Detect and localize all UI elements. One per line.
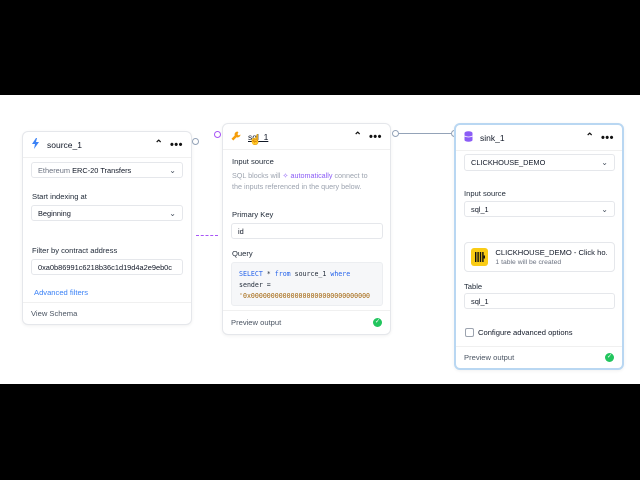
clickhouse-card-title: CLICKHOUSE_DEMO - Click ho... — [495, 248, 608, 257]
sink-input-label: Input source — [464, 189, 506, 198]
sink-preview-output-label: Preview output — [464, 353, 515, 362]
wrench-icon — [231, 128, 241, 146]
sink-preview-output-button[interactable]: Preview output ✓ — [456, 346, 622, 368]
query-label: Query — [232, 249, 253, 258]
advanced-options-label[interactable]: Configure advanced options — [478, 328, 573, 337]
sql-hint-rest: connect to — [334, 171, 368, 180]
chevron-up-icon[interactable]: ⌃ — [586, 132, 594, 143]
check-circle-icon: ✓ — [605, 353, 614, 362]
source-node[interactable]: source_1 ⌃ ••• Ethereum ERC-20 Transfers… — [22, 131, 192, 325]
sql-preview-output-button[interactable]: Preview output ✓ — [223, 310, 390, 334]
sparkle-icon: ✧ — [282, 171, 289, 180]
advanced-filters-link[interactable]: Advanced filters — [34, 288, 88, 297]
filter-address-input[interactable]: 0xa0b86991c6218b36c1d19d4a2e9eb0c — [31, 259, 183, 275]
source-output-handle[interactable] — [192, 138, 199, 145]
chevron-down-icon: ⌄ — [169, 166, 176, 175]
query-line3: '0x000000000000000000000000000000 — [239, 292, 371, 300]
more-dots-icon[interactable]: ••• — [601, 132, 614, 144]
sql-preview-output-label: Preview output — [231, 318, 282, 327]
more-dots-icon[interactable]: ••• — [369, 131, 382, 143]
query-star: * — [262, 270, 275, 278]
sink-node-title: sink_1 — [480, 132, 505, 143]
sql-hint-line2: the inputs referenced in the query below… — [232, 182, 362, 191]
start-indexing-label: Start indexing at — [32, 192, 87, 201]
sql-hint: SQL blocks will ✧ automatically connect … — [232, 170, 387, 192]
sink-database-value: CLICKHOUSE_DEMO — [471, 158, 546, 167]
query-from-kw: from — [274, 270, 291, 278]
view-schema-label: View Schema — [31, 309, 78, 318]
dataset-chain: Ethereum — [38, 165, 71, 175]
sql-input-handle[interactable] — [214, 131, 221, 138]
sink-node-header[interactable]: sink_1 ⌃ ••• — [456, 125, 622, 151]
start-indexing-value: Beginning — [38, 208, 71, 218]
sql-node[interactable]: sql_1 ⌃ ••• Input source SQL blocks will… — [222, 123, 391, 335]
query-editor[interactable]: SELECT * from source_1 where sender = '0… — [231, 262, 383, 306]
start-indexing-select[interactable]: Beginning ⌄ — [31, 205, 183, 221]
chevron-down-icon: ⌄ — [601, 158, 608, 167]
sink-input-value: sql_1 — [471, 204, 489, 214]
table-name-value: sql_1 — [471, 296, 489, 306]
pointer-cursor-icon: ☝ — [249, 135, 262, 146]
advanced-options-checkbox[interactable] — [465, 328, 474, 337]
sink-database-select[interactable]: CLICKHOUSE_DEMO ⌄ — [464, 154, 615, 171]
clickhouse-logo-icon — [471, 248, 489, 266]
sql-hint-auto: automatically — [290, 171, 333, 180]
database-icon — [464, 129, 473, 147]
source-node-title: source_1 — [47, 139, 82, 150]
pipeline-canvas[interactable]: source_1 ⌃ ••• Ethereum ERC-20 Transfers… — [0, 95, 640, 384]
sink-node[interactable]: sink_1 ⌃ ••• CLICKHOUSE_DEMO ⌄ Input sou… — [454, 123, 624, 370]
query-select-kw: SELECT — [239, 270, 263, 278]
source-node-header[interactable]: source_1 ⌃ ••• — [23, 132, 191, 158]
filter-address-value: 0xa0b86991c6218b36c1d19d4a2e9eb0c — [38, 262, 172, 272]
sql-hint-line1: SQL blocks will — [232, 171, 281, 180]
sql-node-title: sql_1 — [248, 131, 269, 142]
filter-address-label: Filter by contract address — [32, 246, 118, 255]
query-where-kw: where — [330, 270, 351, 278]
sql-input-label: Input source — [232, 157, 274, 166]
clickhouse-card-subtitle: 1 table will be created — [495, 259, 562, 266]
edge-sql-sink — [396, 133, 454, 134]
chevron-up-icon[interactable]: ⌃ — [354, 131, 362, 142]
sink-input-select[interactable]: sql_1 ⌄ — [464, 201, 615, 217]
check-circle-icon: ✓ — [373, 318, 382, 327]
primary-key-input[interactable]: id — [231, 223, 383, 239]
edge-source-sql — [196, 235, 218, 236]
view-schema-button[interactable]: View Schema — [23, 302, 191, 324]
primary-key-value: id — [238, 226, 244, 236]
more-dots-icon[interactable]: ••• — [170, 139, 183, 151]
sql-output-handle[interactable] — [392, 130, 399, 137]
chevron-down-icon: ⌄ — [601, 205, 608, 214]
clickhouse-destination-card[interactable]: CLICKHOUSE_DEMO - Click ho... 1 table wi… — [464, 242, 615, 272]
dataset-name: ERC-20 Transfers — [72, 165, 132, 175]
chevron-up-icon[interactable]: ⌃ — [155, 139, 163, 150]
dataset-select[interactable]: Ethereum ERC-20 Transfers ⌄ — [31, 162, 183, 178]
query-line2: sender = — [239, 281, 271, 289]
table-name-input[interactable]: sql_1 — [464, 293, 615, 309]
chevron-down-icon: ⌄ — [169, 209, 176, 218]
primary-key-label: Primary Key — [232, 210, 274, 219]
bolt-icon — [31, 136, 40, 154]
query-table: source_1 — [290, 270, 331, 278]
table-label: Table — [464, 282, 483, 291]
